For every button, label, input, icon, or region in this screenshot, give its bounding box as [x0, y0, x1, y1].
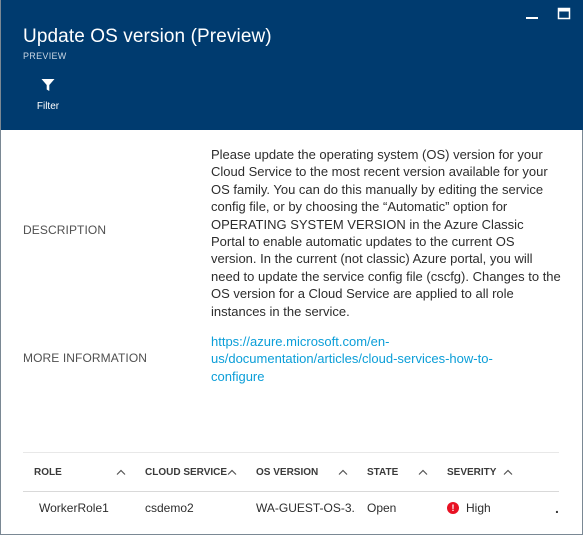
cell-severity: ! High: [436, 501, 521, 515]
chevron-up-icon: [338, 467, 348, 478]
column-header-label: SEVERITY: [447, 466, 497, 478]
chevron-up-icon: [503, 467, 513, 478]
column-header-label: ROLE: [34, 466, 62, 478]
blade-header: Update OS version (Preview) PREVIEW Filt…: [1, 0, 583, 130]
filter-icon: [41, 79, 55, 96]
blade-title: Update OS version (Preview): [23, 26, 272, 47]
chevron-up-icon: [116, 467, 126, 478]
ellipsis-icon[interactable]: ...: [537, 500, 559, 516]
more-information-label: MORE INFORMATION: [23, 351, 148, 365]
filter-label: Filter: [36, 101, 60, 112]
column-header-cloud-service[interactable]: CLOUD SERVICE: [134, 453, 245, 491]
column-header-state[interactable]: STATE: [356, 453, 436, 491]
column-header-actions: [521, 453, 559, 491]
error-icon: !: [447, 502, 459, 514]
blade: Update OS version (Preview) PREVIEW Filt…: [0, 0, 583, 535]
cell-state: Open: [367, 501, 397, 515]
column-header-severity[interactable]: SEVERITY: [436, 453, 521, 491]
blade-subtitle: PREVIEW: [23, 51, 67, 61]
cell-role: WorkerRole1: [39, 501, 109, 515]
description-text: Please update the operating system (OS) …: [211, 147, 561, 319]
chevron-up-icon: [418, 467, 428, 478]
table-row[interactable]: WorkerRole1 csdemo2 WA-GUEST-OS-3... Ope…: [23, 492, 559, 524]
column-header-label: STATE: [367, 466, 399, 478]
more-information-link[interactable]: https://azure.microsoft.com/en-us/docume…: [211, 333, 541, 385]
filter-button[interactable]: Filter: [29, 78, 67, 116]
maximize-icon[interactable]: [556, 6, 572, 22]
severity-value: High: [466, 501, 491, 515]
grid-header: ROLE CLOUD SERVICE OS VERSION STATE SEVE…: [23, 452, 559, 492]
chevron-up-icon: [227, 467, 237, 478]
column-header-label: CLOUD SERVICE: [145, 466, 228, 478]
column-header-os-version[interactable]: OS VERSION: [245, 453, 356, 491]
minimize-icon[interactable]: [524, 6, 540, 22]
cell-cloud-service: csdemo2: [145, 501, 194, 515]
window-controls: [524, 6, 572, 22]
recommendations-grid: ROLE CLOUD SERVICE OS VERSION STATE SEVE…: [23, 452, 559, 524]
cell-os-version: WA-GUEST-OS-3...: [256, 501, 356, 515]
column-header-role[interactable]: ROLE: [23, 453, 134, 491]
column-header-label: OS VERSION: [256, 466, 319, 478]
description-label: DESCRIPTION: [23, 223, 107, 237]
row-actions: ...: [521, 500, 559, 516]
